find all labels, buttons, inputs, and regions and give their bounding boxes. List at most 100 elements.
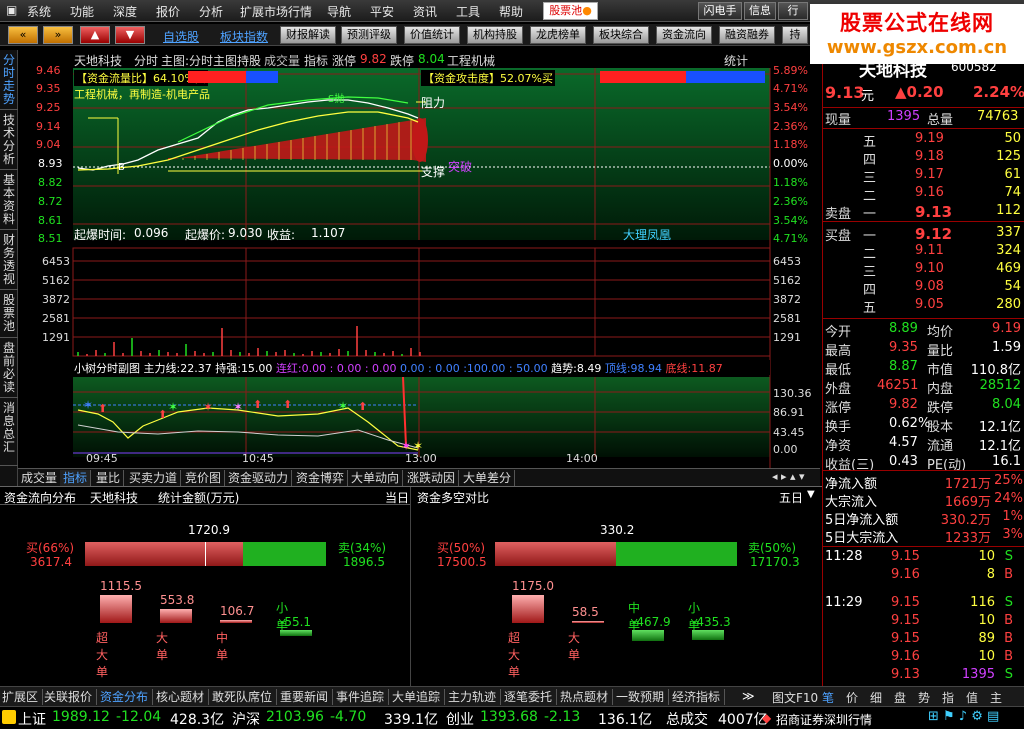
margin-trading-button[interactable]: 融资融券 bbox=[719, 26, 775, 44]
sector-label[interactable]: 工程机械 bbox=[447, 52, 495, 69]
menu-help[interactable]: 帮助 bbox=[499, 3, 523, 20]
stat-label: 最高 bbox=[825, 344, 852, 359]
institution-holding-button[interactable]: 机构持股 bbox=[467, 26, 523, 44]
tab-intraday[interactable]: 分时走势 bbox=[0, 52, 18, 110]
footer-tab[interactable]: 主力轨迹 bbox=[448, 689, 502, 705]
prev-page-icon[interactable]: « bbox=[8, 26, 38, 44]
dragon-tiger-button[interactable]: 龙虎榜单 bbox=[530, 26, 586, 44]
intraday-chart-area[interactable]: ✶ ✶ ✶ ✶ ✶ ✶ ✶ ⬆ ⬆ ⬆ ⬆ ⬆ 天地科技 分时 主图:分时主图持股 成交量 指标 涨停… bbox=[18, 50, 820, 490]
up-arrow-icon[interactable]: ▲ bbox=[80, 26, 110, 44]
dt-value: 8.04 bbox=[418, 52, 445, 66]
footer-right-tab[interactable]: 图文F10 bbox=[772, 689, 818, 706]
tick-side: B bbox=[1004, 649, 1013, 664]
market-status-icon[interactable] bbox=[2, 710, 16, 724]
watchlist-link[interactable]: 自选股 bbox=[163, 28, 199, 45]
tab-indicator[interactable]: 指标 bbox=[60, 470, 92, 486]
quote-button[interactable]: 行 bbox=[778, 2, 808, 20]
footer-right-tab[interactable]: 价 bbox=[846, 689, 858, 706]
tab-premarket[interactable]: 盘前必读 bbox=[0, 340, 18, 398]
menu-info[interactable]: 资讯 bbox=[413, 3, 437, 20]
footer-right-tab[interactable]: 笔 bbox=[822, 689, 834, 706]
stat-button[interactable]: 统计 bbox=[724, 52, 748, 69]
sector-summary-button[interactable]: 板块综合 bbox=[593, 26, 649, 44]
footer-tab[interactable]: 一致预期 bbox=[616, 689, 670, 705]
footer-right-tab[interactable]: 细 bbox=[870, 689, 882, 706]
menu-navigation[interactable]: 导航 bbox=[327, 3, 351, 20]
footer-right-tab[interactable]: 盘 bbox=[894, 689, 906, 706]
tab-auction-chart[interactable]: 竞价图 bbox=[182, 470, 226, 486]
footer-right-tab[interactable]: 值 bbox=[966, 689, 978, 706]
percent-tick: 4.71% bbox=[773, 232, 808, 245]
tab-scroll-arrows-icon[interactable]: ◂ ▸ ▴ ▾ bbox=[772, 470, 805, 483]
chart-vol-label[interactable]: 成交量 bbox=[264, 52, 300, 69]
footer-tab[interactable]: 热点题材 bbox=[560, 689, 614, 705]
alert-icon[interactable]: ◆ bbox=[762, 711, 771, 725]
menu-tools[interactable]: 工具 bbox=[456, 3, 480, 20]
stock-pool-tab[interactable]: 股票池● bbox=[543, 2, 598, 20]
flow-label: 5日净流入额 bbox=[825, 513, 899, 528]
financial-report-button[interactable]: 财报解读 bbox=[280, 26, 336, 44]
menu-quote[interactable]: 报价 bbox=[156, 3, 180, 20]
tab-financial[interactable]: 财务透视 bbox=[0, 232, 18, 290]
tab-volume[interactable]: 成交量 bbox=[18, 470, 62, 486]
info-button[interactable]: 信息 bbox=[744, 2, 776, 20]
next-page-icon[interactable]: » bbox=[43, 26, 73, 44]
forecast-rating-button[interactable]: 预测评级 bbox=[341, 26, 397, 44]
system-logo-icon[interactable]: ▣ bbox=[6, 3, 17, 17]
footer-tab[interactable]: 资金分布 bbox=[100, 689, 154, 705]
flash-trade-button[interactable]: 闪电手 bbox=[698, 2, 742, 20]
menu-function[interactable]: 功能 bbox=[70, 3, 94, 20]
tab-big-order-diff[interactable]: 大单差分 bbox=[460, 470, 516, 486]
tab-buy-sell-force[interactable]: 买卖力道 bbox=[126, 470, 182, 486]
menu-analysis[interactable]: 分析 bbox=[199, 3, 223, 20]
footer-tab[interactable]: 逐笔委托 bbox=[504, 689, 558, 705]
down-arrow-icon[interactable]: ▼ bbox=[115, 26, 145, 44]
footer-tab[interactable]: 敢死队席位 bbox=[212, 689, 278, 705]
footer-tab[interactable]: 事件追踪 bbox=[336, 689, 390, 705]
menu-depth[interactable]: 深度 bbox=[113, 3, 137, 20]
fund-flow-button[interactable]: 资金流向 bbox=[656, 26, 712, 44]
tab-fund-drive[interactable]: 资金驱动力 bbox=[225, 470, 293, 486]
tab-big-order-trend[interactable]: 大单动向 bbox=[348, 470, 404, 486]
tab-fundamentals[interactable]: 基本资料 bbox=[0, 172, 18, 230]
footer-tab[interactable]: 经济指标 bbox=[672, 689, 726, 705]
tray-icons[interactable]: ⊞ ⚑ ♪ ⚙ ▤ bbox=[928, 709, 999, 724]
menu-pingan[interactable]: 平安 bbox=[370, 3, 394, 20]
tab-fund-game[interactable]: 资金博弈 bbox=[293, 470, 349, 486]
sector-index-link[interactable]: 板块指数 bbox=[220, 28, 268, 45]
tab-stock-pool[interactable]: 股票池 bbox=[0, 292, 18, 338]
tab-technical[interactable]: 技术分析 bbox=[0, 112, 18, 170]
menu-extended-market[interactable]: 扩展市场行情 bbox=[240, 3, 312, 20]
footer-more-icon[interactable]: ≫ bbox=[742, 689, 755, 703]
chart-main-indicator[interactable]: 主图:分时主图持股 bbox=[161, 52, 261, 69]
right-flow-period[interactable]: 五日 bbox=[779, 489, 803, 506]
footer-tab[interactable]: 关联报价 bbox=[44, 689, 98, 705]
left-buy-pct: 买(66%) bbox=[26, 541, 75, 555]
tab-change-cause[interactable]: 涨跌动因 bbox=[404, 470, 460, 486]
stat-value: 46251 bbox=[877, 378, 919, 393]
footer-tab[interactable]: 大单追踪 bbox=[392, 689, 446, 705]
chart-ind-label[interactable]: 指标 bbox=[304, 52, 328, 69]
top-line-value: 98.94 bbox=[630, 362, 663, 375]
menu-system[interactable]: 系统 bbox=[27, 3, 51, 20]
index-value: 2103.96 bbox=[266, 709, 324, 725]
footer-right-tab[interactable]: 指 bbox=[942, 689, 954, 706]
footer-tab[interactable]: 扩展区 bbox=[2, 689, 44, 705]
stats-grid: 今开 8.89 均价 9.19 最高 9.35 量比 1.59 最低 8.87 市值 110.8亿 外盘… bbox=[823, 318, 1024, 473]
percent-tick: 0.00% bbox=[773, 157, 808, 170]
tick-volume: 116 bbox=[970, 595, 995, 610]
footer-tab[interactable]: 核心题材 bbox=[156, 689, 210, 705]
tab-volume-ratio[interactable]: 量比 bbox=[93, 470, 125, 486]
chart-mode-label[interactable]: 分时 bbox=[134, 52, 158, 69]
period-dropdown-icon[interactable]: ▼ bbox=[807, 489, 815, 500]
value-stats-button[interactable]: 价值统计 bbox=[404, 26, 460, 44]
footer-tab[interactable]: 重要新闻 bbox=[280, 689, 334, 705]
left-flow-period[interactable]: 当日 bbox=[385, 489, 409, 506]
tab-news[interactable]: 消息总汇 bbox=[0, 400, 18, 466]
footer-right-tab[interactable]: 势 bbox=[918, 689, 930, 706]
volume-tick-right: 1291 bbox=[773, 331, 801, 344]
tick-list[interactable]: 11:28 9.15 10 S 9.16 8 B 11:29 9.15 116 S 9.15 10 B 9.… bbox=[823, 546, 1024, 686]
more-button[interactable]: 持 bbox=[782, 26, 808, 44]
footer-right-tab[interactable]: 主 bbox=[990, 689, 1002, 706]
order-size-bar bbox=[512, 595, 544, 623]
